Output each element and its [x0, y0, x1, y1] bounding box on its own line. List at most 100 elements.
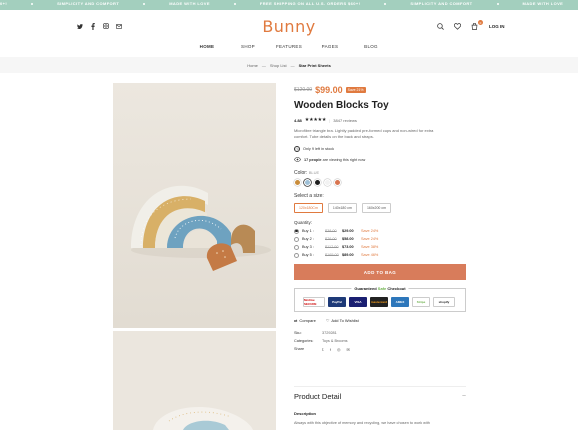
bundle-old-price: $165.00 — [325, 253, 339, 257]
visa-badge: VISA — [349, 297, 367, 307]
product-image-second[interactable] — [113, 331, 276, 430]
product-short-description: Microfibre triangle bra. Lightly padded … — [294, 128, 434, 139]
size-option[interactable]: 120x180Cm — [294, 203, 323, 213]
quantity-bundles: Buy 1 : $38.00 $29.00 Save 24% Buy 2 : $76.00… — [294, 227, 466, 259]
shopify-badge: shopify — [433, 297, 455, 307]
eye-icon — [294, 157, 301, 163]
categories-label: Categories: — [294, 339, 314, 343]
price-current: $99.00 — [315, 85, 343, 95]
bundle-old-price: $38.00 — [325, 229, 337, 233]
breadcrumb: Home — Shop List — Star Print Sheets — [0, 57, 578, 73]
bundle-label: Buy 2 : — [302, 237, 314, 241]
login-link[interactable]: LOG IN — [489, 24, 505, 29]
bundle-new-price: $58.00 — [342, 237, 354, 241]
color-swatch[interactable] — [334, 179, 341, 186]
breadcrumb-current: Star Print Sheets — [298, 62, 331, 68]
ticker-dot — [31, 2, 34, 5]
nav-shop[interactable]: SHOP — [228, 44, 269, 49]
breadcrumb-separator: — — [290, 62, 295, 68]
cart-icon[interactable]: 0 — [470, 20, 483, 31]
size-option[interactable]: 140x180 cm — [327, 203, 357, 213]
rating-value: 4.88 — [294, 117, 302, 123]
safe-checkout-box: Guaranteed Safe Checkout McAfee SECURE P… — [294, 286, 466, 312]
sku-row: Sku: 3729281 — [294, 329, 466, 337]
breadcrumb-shop[interactable]: Shop List — [270, 63, 287, 68]
ticker-item: SIMPLICITY AND COMFORT — [57, 1, 146, 6]
quantity-bundle-option[interactable]: Buy 1 : $38.00 $29.00 Save 24% — [294, 227, 466, 235]
rating-separator: | — [329, 117, 331, 123]
share-label: Share — [294, 347, 305, 351]
share-row: Share 𝕥 f ◎ ✉ — [294, 345, 466, 353]
announcement-ticker: D U.S. ORDERS $60+! SIMPLICITY AND COMFOR… — [0, 0, 578, 10]
quantity-label: Quantity: — [294, 220, 313, 225]
compare-link[interactable]: ⇄ Compare — [294, 318, 316, 323]
ticker-dot — [233, 2, 236, 5]
sku-value: 3729281 — [322, 331, 337, 335]
color-swatch[interactable] — [324, 179, 331, 186]
color-label: Color: — [294, 170, 308, 176]
radio-button[interactable] — [294, 244, 299, 250]
ticker-dot — [384, 2, 387, 5]
instagram-icon[interactable] — [103, 23, 109, 29]
radio-button[interactable] — [294, 252, 299, 258]
nav-blog[interactable]: BLOG — [351, 44, 392, 49]
social-links — [77, 22, 122, 30]
wishlist-icon[interactable] — [453, 22, 462, 31]
nav-home[interactable]: HOME — [187, 44, 228, 49]
categories-value[interactable]: Toys & Brooms — [322, 339, 348, 343]
breadcrumb-separator: — — [261, 62, 266, 68]
twitter-icon[interactable] — [77, 23, 83, 29]
bundle-save: Save 24% — [361, 237, 379, 241]
bundle-label: Buy 3 : — [302, 245, 314, 249]
review-count[interactable]: 3847 reviews — [333, 118, 357, 123]
product-detail-title: Product Detail — [294, 392, 342, 401]
quantity-bundle-option[interactable]: Buy 2 : $76.00 $58.00 Save 24% — [294, 235, 466, 243]
nav-features[interactable]: FEATURES — [269, 44, 310, 49]
add-to-bag-button[interactable]: ADD TO BAG — [294, 264, 466, 280]
color-swatch[interactable] — [304, 179, 311, 186]
mcafee-badge: McAfee SECURE — [303, 297, 325, 307]
email-icon[interactable]: ✉ — [347, 347, 350, 352]
stripe-badge: Stripe — [412, 297, 430, 307]
radio-button[interactable] — [294, 236, 299, 242]
site-logo[interactable]: Bunny — [250, 17, 328, 36]
categories-row: Categories: Toys & Brooms — [294, 337, 466, 345]
facebook-icon[interactable]: f — [330, 347, 331, 352]
email-icon[interactable] — [116, 23, 122, 29]
ticker-item: MADE WITH LOVE — [522, 1, 564, 6]
twitter-icon[interactable]: 𝕥 — [322, 347, 324, 352]
product-image-main[interactable] — [113, 83, 276, 328]
description-label: Description — [294, 411, 317, 416]
color-swatch[interactable] — [314, 179, 321, 186]
viewers-note: 17 people are viewing this right now — [294, 157, 466, 163]
color-value: BLUE — [308, 170, 320, 175]
save-badge: Save 21% — [345, 87, 366, 93]
wishlist-link[interactable]: ♡ Add To Wishlist — [326, 318, 359, 323]
search-icon[interactable] — [436, 22, 445, 31]
safe-word: Safe — [377, 286, 387, 291]
breadcrumb-home[interactable]: Home — [247, 63, 258, 68]
ticker-dot — [143, 2, 146, 5]
size-label: Select a size: — [294, 193, 324, 199]
main-nav: HOME SHOP FEATURES PAGES BLOG — [0, 44, 578, 49]
quantity-bundle-option[interactable]: Buy 5 : $165.00 $89.00 Save 46% — [294, 251, 466, 259]
quantity-bundle-option[interactable]: Buy 3 : $117.00 $73.00 Save 38% — [294, 243, 466, 251]
star-rating-icon: ★★★★★ — [304, 117, 327, 123]
bundle-label: Buy 1 : — [302, 229, 314, 233]
bundle-old-price: $76.00 — [325, 237, 337, 241]
compare-icon: ⇄ — [294, 318, 298, 323]
radio-button[interactable] — [294, 228, 299, 234]
facebook-icon[interactable] — [90, 22, 96, 30]
viewers-text: are viewing this right now — [322, 158, 366, 162]
collapse-icon[interactable]: − — [462, 393, 466, 400]
nav-pages[interactable]: PAGES — [310, 44, 351, 49]
size-options: 120x180Cm 140x180 cm 160x200 cm — [294, 203, 466, 213]
rating-row: 4.88 ★★★★★ | 3847 reviews — [294, 117, 466, 123]
color-swatch[interactable] — [294, 179, 301, 186]
description-text: Always with this objective of memory and… — [294, 421, 430, 425]
product-detail-accordion[interactable]: Product Detail − — [294, 392, 466, 401]
instagram-icon[interactable]: ◎ — [337, 347, 341, 352]
heart-icon: ♡ — [325, 318, 330, 323]
product-info: $120.00 $99.00 Save 21% Wooden Blocks To… — [294, 84, 466, 353]
size-option[interactable]: 160x200 cm — [361, 203, 392, 213]
